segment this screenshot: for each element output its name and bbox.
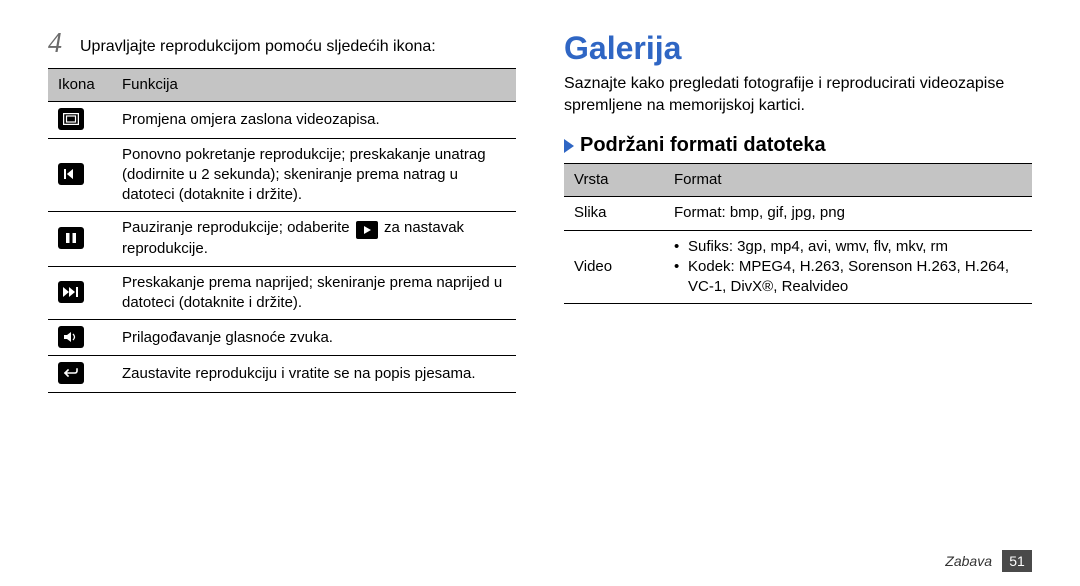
cell-format: Format: bmp, gif, jpg, png	[664, 197, 1032, 230]
ratio-icon	[58, 108, 84, 130]
list-item: Sufiks: 3gp, mp4, avi, wmv, flv, mkv, rm	[674, 237, 1022, 257]
cell-type: Video	[564, 230, 664, 304]
list-item: Kodek: MPEG4, H.263, Sorenson H.263, H.2…	[674, 257, 1022, 298]
step-line: 4 Upravljajte reprodukcijom pomoću sljed…	[48, 30, 516, 58]
cell-format: Sufiks: 3gp, mp4, avi, wmv, flv, mkv, rm…	[664, 230, 1032, 304]
row-text: Zaustavite reprodukciju i vratite se na …	[112, 356, 516, 392]
step-text: Upravljajte reprodukcijom pomoću sljedeć…	[80, 30, 436, 58]
row-text: Ponovno pokretanje reprodukcije; preskak…	[112, 138, 516, 212]
col-header-icon: Ikona	[48, 69, 112, 102]
back-icon	[58, 362, 84, 384]
table-row: Promjena omjera zaslona videozapisa.	[48, 102, 516, 138]
row-text: Promjena omjera zaslona videozapisa.	[112, 102, 516, 138]
playback-icons-table: Ikona Funkcija Promjena omjera zaslona v…	[48, 68, 516, 393]
subsection-heading-text: Podržani formati datoteka	[580, 134, 826, 157]
col-header-type: Vrsta	[564, 164, 664, 197]
play-icon	[356, 221, 378, 239]
row-text: Preskakanje prema naprijed; skeniranje p…	[112, 266, 516, 320]
left-column: 4 Upravljajte reprodukcijom pomoću sljed…	[48, 30, 516, 586]
page-number: 51	[1002, 550, 1032, 572]
volume-icon	[58, 326, 84, 348]
pause-icon	[58, 227, 84, 249]
step-number: 4	[48, 30, 70, 58]
row-text: Pauziranje reprodukcije; odaberite za na…	[112, 212, 516, 266]
formats-table: Vrsta Format Slika Format: bmp, gif, jpg…	[564, 163, 1032, 304]
footer-section: Zabava	[945, 553, 992, 569]
table-row: Pauziranje reprodukcije; odaberite za na…	[48, 212, 516, 266]
section-title: Galerija	[564, 30, 1032, 67]
table-row: Ponovno pokretanje reprodukcije; preskak…	[48, 138, 516, 212]
section-intro: Saznajte kako pregledati fotografije i r…	[564, 73, 1032, 116]
prev-icon	[58, 163, 84, 185]
table-row: Preskakanje prema naprijed; skeniranje p…	[48, 266, 516, 320]
page-footer: Zabava 51	[945, 550, 1032, 572]
row-text: Prilagođavanje glasnoće zvuka.	[112, 320, 516, 356]
right-column: Galerija Saznajte kako pregledati fotogr…	[564, 30, 1032, 586]
chevron-right-icon	[564, 139, 574, 153]
table-row: Slika Format: bmp, gif, jpg, png	[564, 197, 1032, 230]
next-icon	[58, 281, 84, 303]
manual-page: 4 Upravljajte reprodukcijom pomoću sljed…	[0, 0, 1080, 586]
table-row: Video Sufiks: 3gp, mp4, avi, wmv, flv, m…	[564, 230, 1032, 304]
col-header-format: Format	[664, 164, 1032, 197]
subsection-heading: Podržani formati datoteka	[564, 134, 1032, 157]
table-header-row: Vrsta Format	[564, 164, 1032, 197]
table-row: Prilagođavanje glasnoće zvuka.	[48, 320, 516, 356]
row-text-before: Pauziranje reprodukcije; odaberite	[122, 219, 354, 236]
cell-type: Slika	[564, 197, 664, 230]
col-header-func: Funkcija	[112, 69, 516, 102]
table-header-row: Ikona Funkcija	[48, 69, 516, 102]
table-row: Zaustavite reprodukciju i vratite se na …	[48, 356, 516, 392]
